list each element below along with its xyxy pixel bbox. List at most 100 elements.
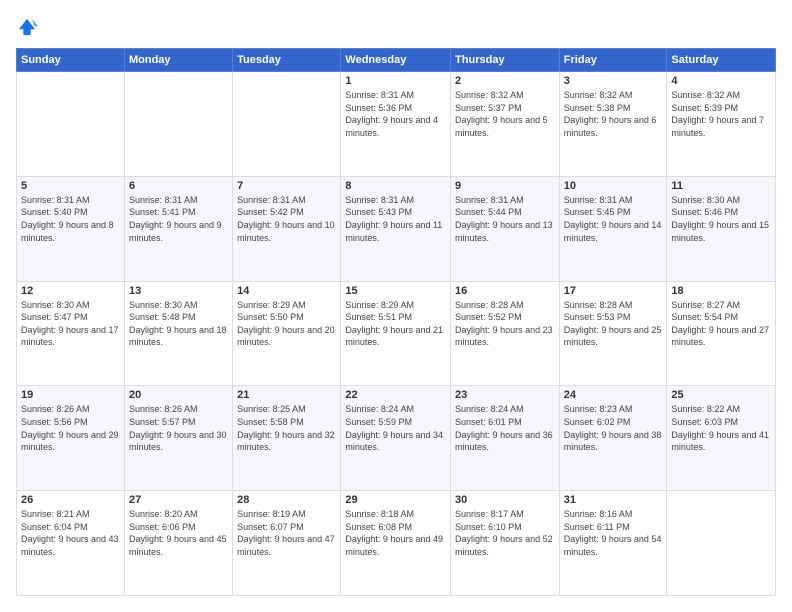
day-info: Sunrise: 8:31 AM Sunset: 5:36 PM Dayligh… (345, 89, 446, 139)
weekday-header-wednesday: Wednesday (341, 49, 451, 72)
day-info: Sunrise: 8:21 AM Sunset: 6:04 PM Dayligh… (21, 508, 120, 558)
calendar-cell (667, 491, 776, 596)
calendar-cell: 23Sunrise: 8:24 AM Sunset: 6:01 PM Dayli… (451, 386, 560, 491)
calendar-cell: 2 Sunrise: 8:32 AM Sunset: 5:37 PM Daylig… (451, 72, 560, 177)
calendar-body: 1 Sunrise: 8:31 AM Sunset: 5:36 PM Daylig… (17, 72, 776, 596)
day-number: 24 (564, 389, 663, 401)
calendar-table: SundayMondayTuesdayWednesdayThursdayFrid… (16, 48, 776, 596)
weekday-header-sunday: Sunday (17, 49, 125, 72)
day-info: Sunrise: 8:24 AM Sunset: 5:59 PM Dayligh… (345, 403, 446, 453)
calendar-cell: 14 Sunrise: 8:29 AM Sunset: 5:50 PM Dayli… (233, 281, 341, 386)
day-number: 12 (21, 285, 120, 297)
day-number: 2 (455, 75, 555, 87)
calendar-cell: 3 Sunrise: 8:32 AM Sunset: 5:38 PM Daylig… (559, 72, 667, 177)
header (16, 16, 776, 38)
day-info: Sunrise: 8:30 AM Sunset: 5:46 PM Dayligh… (671, 194, 771, 244)
day-info: Sunrise: 8:29 AM Sunset: 5:51 PM Dayligh… (345, 299, 446, 349)
calendar-header: SundayMondayTuesdayWednesdayThursdayFrid… (17, 49, 776, 72)
day-number: 14 (237, 285, 336, 297)
day-number: 4 (671, 75, 771, 87)
calendar-cell: 25 Sunrise: 8:22 AM Sunset: 6:03 PM Dayli… (667, 386, 776, 491)
day-number: 22 (345, 389, 446, 401)
weekday-header-friday: Friday (559, 49, 667, 72)
calendar-cell: 20Sunrise: 8:26 AM Sunset: 5:57 PM Dayli… (124, 386, 232, 491)
day-number: 1 (345, 75, 446, 87)
calendar-cell: 21Sunrise: 8:25 AM Sunset: 5:58 PM Dayli… (233, 386, 341, 491)
calendar-cell: 26 Sunrise: 8:21 AM Sunset: 6:04 PM Dayli… (17, 491, 125, 596)
weekday-header-saturday: Saturday (667, 49, 776, 72)
day-info: Sunrise: 8:19 AM Sunset: 6:07 PM Dayligh… (237, 508, 336, 558)
day-info: Sunrise: 8:31 AM Sunset: 5:43 PM Dayligh… (345, 194, 446, 244)
calendar-cell: 19 Sunrise: 8:26 AM Sunset: 5:56 PM Dayli… (17, 386, 125, 491)
calendar-week-0: 1 Sunrise: 8:31 AM Sunset: 5:36 PM Daylig… (17, 72, 776, 177)
calendar-cell: 10 Sunrise: 8:31 AM Sunset: 5:45 PM Dayli… (559, 176, 667, 281)
calendar-cell: 4 Sunrise: 8:32 AM Sunset: 5:39 PM Daylig… (667, 72, 776, 177)
day-number: 10 (564, 180, 663, 192)
day-number: 9 (455, 180, 555, 192)
day-number: 28 (237, 494, 336, 506)
calendar-cell: 13 Sunrise: 8:30 AM Sunset: 5:48 PM Dayli… (124, 281, 232, 386)
day-number: 11 (671, 180, 771, 192)
day-number: 27 (129, 494, 228, 506)
page: SundayMondayTuesdayWednesdayThursdayFrid… (0, 0, 792, 612)
calendar-cell: 30Sunrise: 8:17 AM Sunset: 6:10 PM Dayli… (451, 491, 560, 596)
day-number: 23 (455, 389, 555, 401)
calendar-cell: 11 Sunrise: 8:30 AM Sunset: 5:46 PM Dayli… (667, 176, 776, 281)
day-number: 17 (564, 285, 663, 297)
calendar-week-2: 12 Sunrise: 8:30 AM Sunset: 5:47 PM Dayli… (17, 281, 776, 386)
day-info: Sunrise: 8:30 AM Sunset: 5:47 PM Dayligh… (21, 299, 120, 349)
day-number: 3 (564, 75, 663, 87)
day-info: Sunrise: 8:32 AM Sunset: 5:37 PM Dayligh… (455, 89, 555, 139)
weekday-header-thursday: Thursday (451, 49, 560, 72)
calendar-cell (17, 72, 125, 177)
day-number: 8 (345, 180, 446, 192)
day-info: Sunrise: 8:23 AM Sunset: 6:02 PM Dayligh… (564, 403, 663, 453)
weekday-header-tuesday: Tuesday (233, 49, 341, 72)
calendar-cell: 28 Sunrise: 8:19 AM Sunset: 6:07 PM Dayli… (233, 491, 341, 596)
calendar-cell: 15 Sunrise: 8:29 AM Sunset: 5:51 PM Dayli… (341, 281, 451, 386)
day-number: 20 (129, 389, 228, 401)
calendar-cell: 16 Sunrise: 8:28 AM Sunset: 5:52 PM Dayli… (451, 281, 560, 386)
day-number: 30 (455, 494, 555, 506)
day-info: Sunrise: 8:29 AM Sunset: 5:50 PM Dayligh… (237, 299, 336, 349)
weekday-header-monday: Monday (124, 49, 232, 72)
day-info: Sunrise: 8:32 AM Sunset: 5:38 PM Dayligh… (564, 89, 663, 139)
day-info: Sunrise: 8:31 AM Sunset: 5:42 PM Dayligh… (237, 194, 336, 244)
logo-icon (16, 16, 38, 38)
day-info: Sunrise: 8:32 AM Sunset: 5:39 PM Dayligh… (671, 89, 771, 139)
day-info: Sunrise: 8:26 AM Sunset: 5:56 PM Dayligh… (21, 403, 120, 453)
day-number: 15 (345, 285, 446, 297)
day-info: Sunrise: 8:20 AM Sunset: 6:06 PM Dayligh… (129, 508, 228, 558)
day-info: Sunrise: 8:27 AM Sunset: 5:54 PM Dayligh… (671, 299, 771, 349)
day-number: 16 (455, 285, 555, 297)
calendar-cell: 5Sunrise: 8:31 AM Sunset: 5:40 PM Daylig… (17, 176, 125, 281)
calendar-cell: 7Sunrise: 8:31 AM Sunset: 5:42 PM Daylig… (233, 176, 341, 281)
day-info: Sunrise: 8:30 AM Sunset: 5:48 PM Dayligh… (129, 299, 228, 349)
day-info: Sunrise: 8:28 AM Sunset: 5:52 PM Dayligh… (455, 299, 555, 349)
day-number: 25 (671, 389, 771, 401)
day-info: Sunrise: 8:31 AM Sunset: 5:44 PM Dayligh… (455, 194, 555, 244)
day-number: 29 (345, 494, 446, 506)
day-info: Sunrise: 8:16 AM Sunset: 6:11 PM Dayligh… (564, 508, 663, 558)
calendar-cell: 29Sunrise: 8:18 AM Sunset: 6:08 PM Dayli… (341, 491, 451, 596)
calendar-cell: 8 Sunrise: 8:31 AM Sunset: 5:43 PM Daylig… (341, 176, 451, 281)
calendar-cell: 27 Sunrise: 8:20 AM Sunset: 6:06 PM Dayli… (124, 491, 232, 596)
calendar-cell: 6Sunrise: 8:31 AM Sunset: 5:41 PM Daylig… (124, 176, 232, 281)
day-number: 13 (129, 285, 228, 297)
calendar-week-4: 26 Sunrise: 8:21 AM Sunset: 6:04 PM Dayli… (17, 491, 776, 596)
day-number: 6 (129, 180, 228, 192)
calendar-cell: 1 Sunrise: 8:31 AM Sunset: 5:36 PM Daylig… (341, 72, 451, 177)
calendar-cell: 9 Sunrise: 8:31 AM Sunset: 5:44 PM Daylig… (451, 176, 560, 281)
calendar-cell: 24 Sunrise: 8:23 AM Sunset: 6:02 PM Dayli… (559, 386, 667, 491)
day-info: Sunrise: 8:28 AM Sunset: 5:53 PM Dayligh… (564, 299, 663, 349)
day-info: Sunrise: 8:31 AM Sunset: 5:45 PM Dayligh… (564, 194, 663, 244)
day-info: Sunrise: 8:22 AM Sunset: 6:03 PM Dayligh… (671, 403, 771, 453)
day-number: 5 (21, 180, 120, 192)
calendar-cell: 18Sunrise: 8:27 AM Sunset: 5:54 PM Dayli… (667, 281, 776, 386)
calendar-cell: 12 Sunrise: 8:30 AM Sunset: 5:47 PM Dayli… (17, 281, 125, 386)
day-number: 26 (21, 494, 120, 506)
calendar-cell (233, 72, 341, 177)
calendar-cell: 17 Sunrise: 8:28 AM Sunset: 5:53 PM Dayli… (559, 281, 667, 386)
calendar-cell: 22 Sunrise: 8:24 AM Sunset: 5:59 PM Dayli… (341, 386, 451, 491)
day-number: 19 (21, 389, 120, 401)
